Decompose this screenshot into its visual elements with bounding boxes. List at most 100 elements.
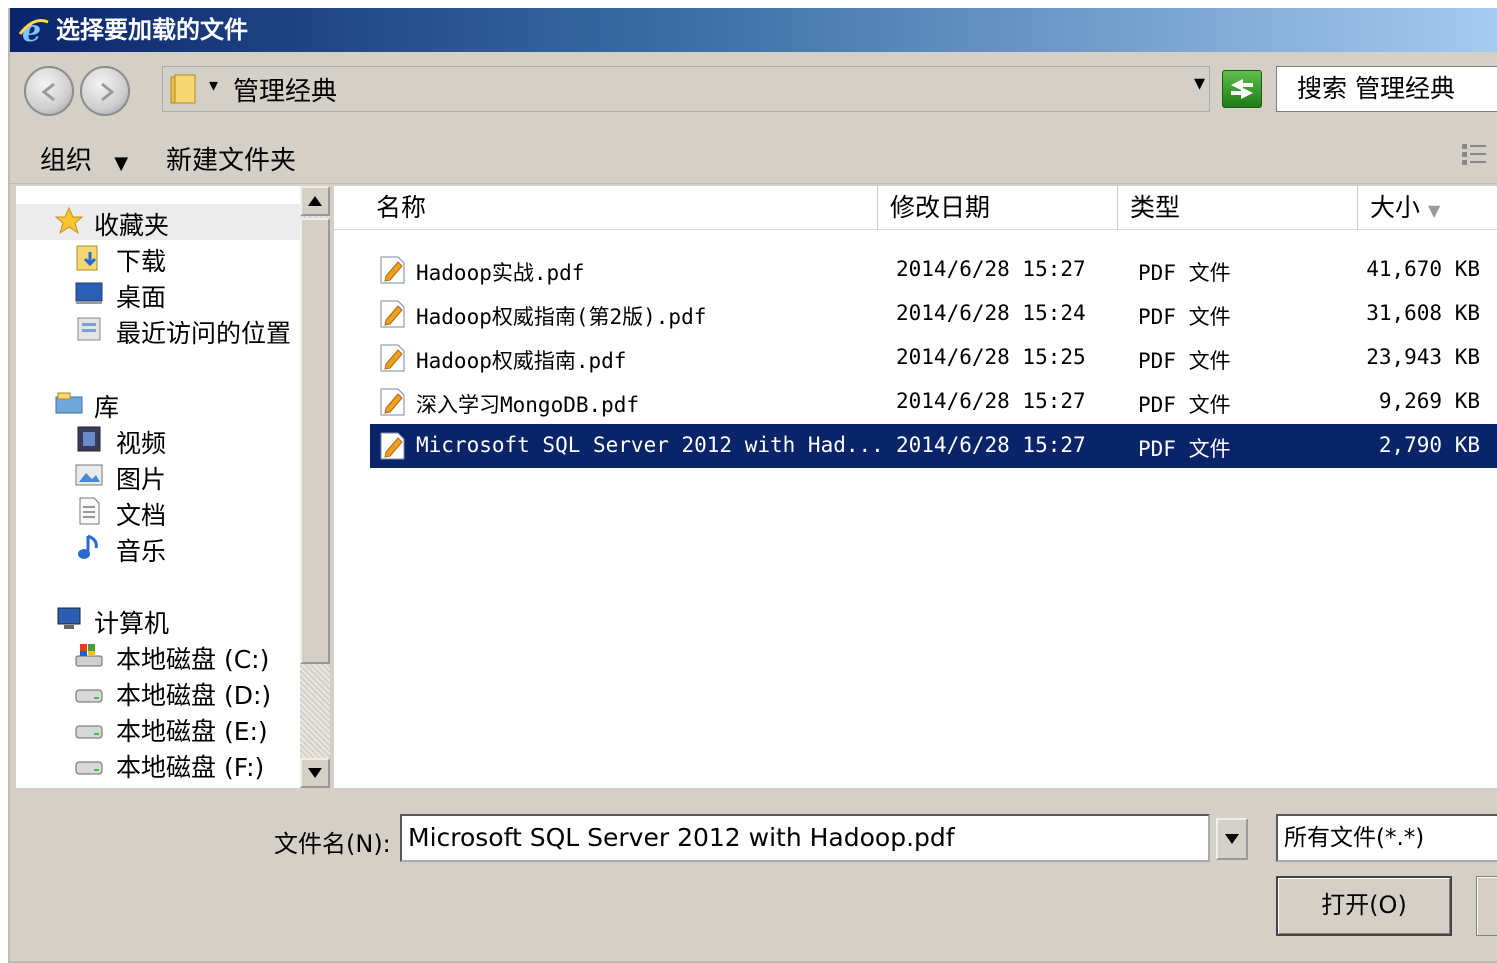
music-icon	[78, 534, 98, 559]
nav-item-label: 桌面	[116, 283, 167, 312]
ie-icon: e	[18, 14, 49, 46]
nav-item-drive-e[interactable]: 本地磁盘 (E:)	[16, 710, 300, 746]
file-name: Microsoft SQL Server 2012 with Had...	[416, 433, 884, 457]
nav-scrollbar[interactable]	[300, 186, 330, 788]
file-row[interactable]: Hadoop实战.pdf 2014/6/28 15:27 PDF 文件 41,6…	[370, 248, 1497, 292]
nav-group-favorites[interactable]: 收藏夹	[16, 204, 300, 240]
title-bar: e 选择要加载的文件	[10, 8, 1497, 52]
nav-item-label: 视频	[116, 429, 167, 458]
nav-item-desktop[interactable]: 桌面	[16, 276, 300, 312]
arrow-up-icon	[308, 196, 322, 206]
column-size-header[interactable]: 大小 ▼	[1358, 186, 1497, 230]
column-name-header[interactable]: 名称	[364, 186, 878, 230]
address-dropdown-icon[interactable]: ▾	[1194, 71, 1205, 96]
column-header: 名称 修改日期 类型 大小 ▼	[334, 186, 1497, 230]
file-name: 深入学习MongoDB.pdf	[416, 393, 640, 417]
nav-group-computer[interactable]: 计算机	[16, 602, 300, 638]
file-row-selected[interactable]: Microsoft SQL Server 2012 with Had... 20…	[370, 424, 1497, 468]
file-row[interactable]: Hadoop权威指南.pdf 2014/6/28 15:25 PDF 文件 23…	[370, 336, 1497, 380]
address-row: ▾ 管理经典 ▾ 搜索 管理经典	[10, 56, 1497, 120]
breadcrumb[interactable]: 管理经典	[233, 71, 337, 108]
chevron-down-icon: ▼	[114, 153, 129, 174]
file-type-filter[interactable]: 所有文件(*.*)	[1276, 814, 1497, 862]
file-name: Hadoop权威指南.pdf	[416, 349, 627, 373]
arrow-down-icon	[1225, 834, 1239, 844]
nav-item-label: 本地磁盘 (D:)	[116, 681, 272, 710]
file-size: 23,943 KB	[1366, 345, 1480, 369]
filename-dropdown-button[interactable]	[1216, 818, 1248, 860]
nav-item-downloads[interactable]: 下载	[16, 240, 300, 276]
open-button[interactable]: 打开(O)	[1276, 876, 1452, 936]
nav-group-label: 收藏夹	[94, 211, 170, 240]
refresh-icon	[1231, 79, 1253, 99]
filename-input[interactable]: Microsoft SQL Server 2012 with Hadoop.pd…	[400, 814, 1210, 862]
pdf-file-icon	[380, 256, 405, 284]
nav-item-videos[interactable]: 视频	[16, 422, 300, 458]
file-date: 2014/6/28 15:27	[896, 257, 1086, 281]
forward-button[interactable]	[80, 66, 130, 116]
file-row[interactable]: 深入学习MongoDB.pdf 2014/6/28 15:27 PDF 文件 9…	[370, 380, 1497, 424]
file-size: 9,269 KB	[1378, 389, 1480, 413]
pdf-file-icon	[380, 388, 405, 416]
organize-button[interactable]: 组织 ▼	[40, 140, 128, 177]
file-row[interactable]: Hadoop权威指南(第2版).pdf 2014/6/28 15:24 PDF …	[370, 292, 1497, 336]
hard-drive-icon	[75, 689, 103, 703]
library-icon	[55, 392, 83, 414]
nav-item-label: 下载	[116, 247, 167, 276]
nav-item-label: 本地磁盘 (E:)	[116, 717, 268, 746]
file-list: 名称 修改日期 类型 大小 ▼ Hadoop实战.pdf 2014/6/28 15…	[334, 186, 1497, 788]
file-date: 2014/6/28 15:27	[896, 433, 1086, 457]
folder-icon	[170, 74, 196, 104]
hard-drive-icon	[75, 761, 103, 775]
documents-icon	[79, 497, 100, 525]
nav-item-drive-f[interactable]: 本地磁盘 (F:)	[16, 746, 300, 782]
nav-item-documents[interactable]: 文档	[16, 494, 300, 530]
nav-item-label: 最近访问的位置	[116, 319, 292, 348]
nav-item-pictures[interactable]: 图片	[16, 458, 300, 494]
sort-arrow-icon: ▼	[1428, 201, 1441, 220]
view-options-icon[interactable]	[1461, 142, 1489, 168]
file-size: 41,670 KB	[1366, 257, 1480, 281]
video-icon	[77, 426, 101, 452]
nav-item-label: 音乐	[116, 537, 167, 566]
star-icon	[54, 206, 84, 235]
new-folder-button[interactable]: 新建文件夹	[166, 140, 296, 177]
scroll-thumb[interactable]	[300, 218, 330, 664]
pdf-file-icon	[380, 344, 405, 372]
nav-group-libraries[interactable]: 库	[16, 386, 300, 422]
back-button[interactable]	[24, 66, 74, 116]
refresh-button[interactable]	[1222, 70, 1262, 108]
file-name: Hadoop权威指南(第2版).pdf	[416, 305, 707, 329]
file-date: 2014/6/28 15:27	[896, 389, 1086, 413]
file-type: PDF 文件	[1138, 349, 1231, 373]
nav-item-drive-c[interactable]: 本地磁盘 (C:)	[16, 638, 300, 674]
desktop-icon	[75, 282, 103, 304]
file-type: PDF 文件	[1138, 393, 1231, 417]
nav-item-music[interactable]: 音乐	[16, 530, 300, 566]
scroll-down-button[interactable]	[300, 758, 330, 788]
cancel-button[interactable]	[1476, 876, 1497, 936]
file-date: 2014/6/28 15:24	[896, 301, 1086, 325]
column-size-label: 大小	[1370, 193, 1421, 222]
scroll-up-button[interactable]	[300, 186, 330, 216]
address-bar[interactable]: ▾ 管理经典 ▾	[162, 66, 1210, 112]
recent-places-icon	[77, 317, 101, 341]
pictures-icon	[75, 464, 103, 486]
file-size: 2,790 KB	[1378, 433, 1480, 457]
forward-arrow-icon	[101, 82, 115, 102]
file-type: PDF 文件	[1138, 437, 1231, 461]
column-type-header[interactable]: 类型	[1118, 186, 1358, 230]
nav-item-label: 图片	[116, 465, 167, 494]
file-type: PDF 文件	[1138, 261, 1231, 285]
nav-item-recent[interactable]: 最近访问的位置	[16, 312, 300, 348]
file-size: 31,608 KB	[1366, 301, 1480, 325]
nav-group-label: 库	[94, 393, 120, 422]
search-input[interactable]: 搜索 管理经典	[1276, 66, 1497, 112]
organize-label: 组织	[40, 146, 93, 176]
arrow-down-icon	[308, 768, 322, 778]
breadcrumb-chevron-icon[interactable]: ▾	[209, 75, 218, 96]
command-bar: 组织 ▼ 新建文件夹	[10, 126, 1497, 184]
system-drive-icon	[75, 644, 103, 667]
nav-item-drive-d[interactable]: 本地磁盘 (D:)	[16, 674, 300, 710]
column-date-header[interactable]: 修改日期	[878, 186, 1118, 230]
